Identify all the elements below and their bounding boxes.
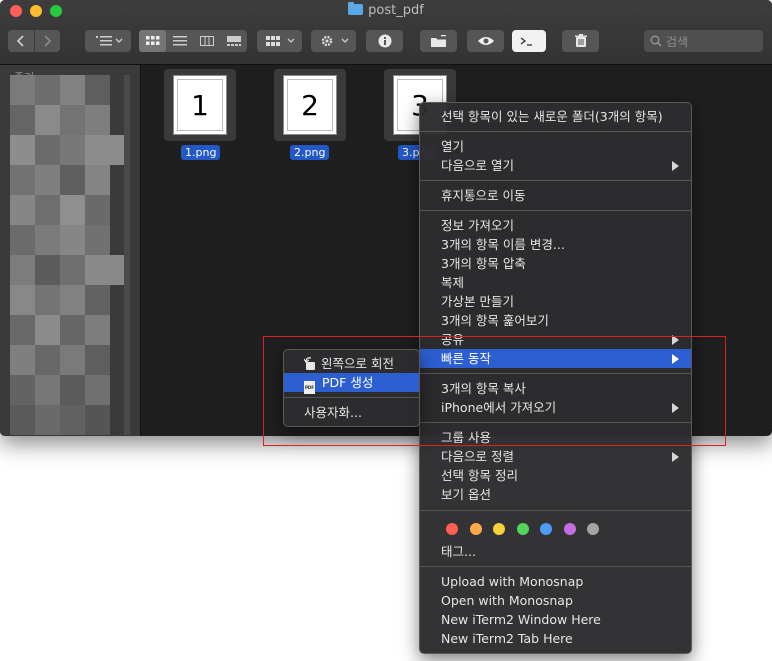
menu-item-open-with[interactable]: 다음으로 열기 [420,156,691,175]
menu-item-sort-by[interactable]: 다음으로 정렬 [420,447,691,466]
gallery-view-button[interactable] [220,30,247,52]
menu-separator [420,180,691,181]
menu-item-open-with-monosnap[interactable]: Open with Monosnap [420,591,691,610]
quick-look-button[interactable] [467,30,504,52]
menu-item-open[interactable]: 열기 [420,137,691,156]
search-icon [650,35,662,47]
menu-item-make-alias[interactable]: 가상본 만들기 [420,292,691,311]
title-bar: post_pdf 검색 [0,0,772,65]
file-thumbnail-1[interactable]: 1 [164,69,236,141]
column-view-button[interactable] [193,30,220,52]
columns-icon [199,36,214,46]
tag-color-dot-6[interactable] [563,523,576,535]
chevron-left-icon [16,35,24,47]
menu-item-move-to-trash[interactable]: 휴지통으로 이동 [420,186,691,205]
eye-icon [477,37,494,45]
arrange-grid-icon [265,36,294,46]
thumbnail-preview: 1 [173,75,227,135]
menu-item-label: 다음으로 정렬 [441,449,514,464]
window-title: post_pdf [0,2,772,18]
forward-button[interactable] [35,30,60,52]
grid-icon [145,36,159,45]
highlight-annotation-box [263,336,726,446]
menu-item-quick-look[interactable]: 3개의 항목 훑어보기 [420,311,691,330]
gallery-icon [226,36,241,46]
menu-item-get-info[interactable]: 정보 가져오기 [420,216,691,235]
list-icon [172,36,187,46]
folder-icon [348,2,364,15]
trash-icon [574,34,587,47]
group-by-button[interactable] [85,30,131,52]
pixelated-sidebar-content [10,75,130,435]
tag-color-row [420,516,691,542]
terminal-button[interactable] [512,30,546,52]
menu-item-rename[interactable]: 3개의 항목 이름 변경... [420,235,691,254]
menu-item-new-folder-with-selection[interactable]: 선택 항목이 있는 새로운 폴더(3개의 항목) [420,107,691,126]
submenu-arrow-icon [672,452,679,462]
folder-add-icon [430,34,446,47]
tag-color-dot-7[interactable] [587,523,599,535]
get-info-button[interactable] [366,30,403,52]
menu-item-new-iterm2-window[interactable]: New iTerm2 Window Here [420,610,691,629]
menu-item-label: 다음으로 열기 [441,158,514,173]
menu-separator [420,566,691,567]
thumbnail-preview: 2 [283,75,337,135]
menu-separator [420,210,691,211]
menu-item-duplicate[interactable]: 복제 [420,273,691,292]
new-folder-button[interactable] [420,30,457,52]
file-name-2[interactable]: 2.png [290,145,330,160]
back-forward-control [8,30,60,52]
menu-item-view-options[interactable]: 보기 옵션 [420,485,691,504]
menu-item-upload-with-monosnap[interactable]: Upload with Monosnap [420,572,691,591]
gear-icon [321,35,348,47]
trash-button[interactable] [562,30,599,52]
tag-color-dot-4[interactable] [516,523,529,535]
tag-color-dot-5[interactable] [540,523,552,535]
chevron-right-icon [44,35,52,47]
menu-separator [420,131,691,132]
submenu-arrow-icon [672,161,679,171]
view-mode-control [139,30,247,52]
action-button[interactable] [311,30,356,52]
menu-item-compress[interactable]: 3개의 항목 압축 [420,254,691,273]
search-field[interactable]: 검색 [644,30,763,52]
list-view-button[interactable] [166,30,193,52]
list-group-icon [96,36,123,46]
arrange-button[interactable] [257,30,302,52]
icon-view-button[interactable] [139,30,166,52]
tag-color-dot-3[interactable] [493,523,505,535]
file-name-1[interactable]: 1.png [181,145,221,160]
tag-color-dot-1[interactable] [446,523,458,535]
menu-item-clean-up-selection[interactable]: 선택 항목 정리 [420,466,691,485]
terminal-icon [520,37,532,46]
menu-separator [420,510,691,511]
menu-item-new-iterm2-tab[interactable]: New iTerm2 Tab Here [420,629,691,648]
search-placeholder: 검색 [666,34,689,49]
tag-color-dot-2[interactable] [469,523,482,535]
info-icon [378,34,391,48]
menu-item-tags[interactable]: 태그... [420,542,691,561]
back-button[interactable] [9,30,34,52]
sidebar: 즐겨찾기 [0,65,141,436]
file-thumbnail-2[interactable]: 2 [274,69,346,141]
